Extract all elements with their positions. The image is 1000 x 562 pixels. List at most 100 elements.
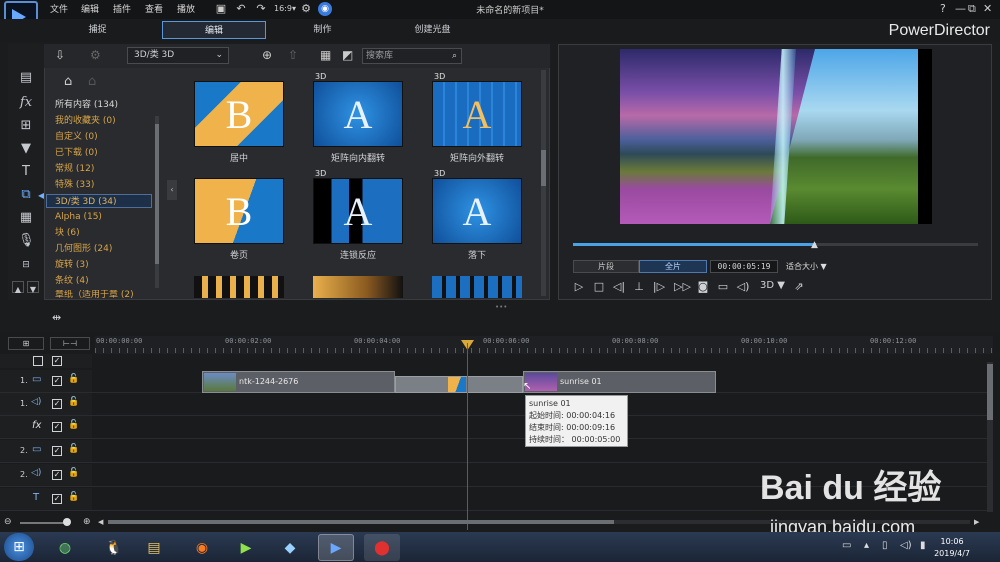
menu-view[interactable]: 查看 [145, 2, 163, 15]
category-item[interactable]: 章纸（适用于章 (2) [52, 290, 152, 300]
transition-marker[interactable] [448, 377, 466, 392]
track-enable-check[interactable]: ✓ [52, 376, 62, 386]
help-button[interactable]: ? [940, 2, 946, 15]
new-item-icon[interactable]: ⊕ [262, 48, 272, 62]
volume-icon[interactable]: ◁) [736, 280, 750, 294]
fx-room-icon[interactable]: fx [18, 95, 34, 111]
title-room-icon[interactable]: T [18, 164, 34, 180]
timeline-mode-icon[interactable]: ⊢⊣ [50, 337, 90, 350]
video-clip-sunrise[interactable]: sunrise 01 [523, 371, 716, 393]
menu-edit[interactable]: 编辑 [81, 2, 99, 15]
thumb-drop[interactable]: 3D A [432, 169, 522, 244]
settings-gear-icon[interactable]: ⚙ [299, 2, 313, 16]
restore-button[interactable]: ⧉ [968, 2, 976, 16]
subtitle-icon[interactable]: ▭ [716, 280, 730, 294]
firefox-icon[interactable]: ◉ [184, 534, 220, 561]
media-app-icon[interactable]: ▶ [228, 534, 264, 561]
clip-mode-button[interactable]: 片段 [573, 260, 639, 273]
category-item[interactable]: 几何图形 (24) [52, 242, 152, 256]
category-item[interactable]: 条纹 (4) [52, 274, 152, 288]
category-dropdown[interactable]: 3D/类 3D ⌄ [127, 47, 229, 64]
all-tracks-toggle[interactable] [33, 356, 43, 366]
redo-icon[interactable]: ↷ [254, 2, 268, 16]
undock-icon[interactable]: ⇗ [792, 280, 806, 294]
lock-icon[interactable]: 🔓 [68, 420, 79, 430]
tab-create-disc[interactable]: 创建光盘 [385, 21, 480, 39]
category-item[interactable]: 特殊 (33) [52, 178, 152, 192]
thumb-partial[interactable]: 3D [313, 276, 403, 298]
device-tray-icon[interactable]: ▯ [882, 540, 888, 551]
video-clip-ntk[interactable]: ntk-1244-2676 [202, 371, 395, 393]
fast-forward-icon[interactable]: ▷▷ [674, 280, 691, 294]
collapse-up-icon[interactable]: ▲ [12, 281, 24, 294]
thumb-matrix-out[interactable]: 3D A [432, 72, 522, 147]
menu-file[interactable]: 文件 [50, 2, 68, 15]
category-item[interactable]: 我的收藏夹 (0) [52, 114, 152, 128]
volume-tray-icon[interactable]: ◁) [900, 540, 912, 551]
media-room-icon[interactable]: ▤ [18, 70, 34, 86]
tray-arrow-icon[interactable]: ▴ [864, 540, 869, 551]
thumb-chain-reaction[interactable]: 3D A [313, 169, 403, 244]
timeline-vscroll-thumb[interactable] [987, 364, 993, 420]
lock-icon[interactable]: 🔓 [68, 374, 79, 384]
save-icon[interactable]: ▣ [214, 2, 228, 16]
track-enable-check[interactable]: ✓ [52, 494, 62, 504]
thumb-matrix-in[interactable]: 3D A [313, 72, 403, 147]
keyboard-tray-icon[interactable]: ▭ [842, 540, 851, 551]
library-scrollbar-thumb[interactable] [541, 150, 546, 186]
next-frame-icon[interactable]: |▷ [652, 280, 666, 294]
undo-icon[interactable]: ↶ [234, 2, 248, 16]
category-item[interactable]: 旋转 (3) [52, 258, 152, 272]
category-item[interactable]: 块 (6) [52, 226, 152, 240]
category-item[interactable]: 常规 (12) [52, 162, 152, 176]
lock-icon[interactable]: 🔓 [68, 444, 79, 454]
add-tag-icon[interactable]: ⌂ [64, 74, 72, 89]
transition-room-icon[interactable]: ⧉ [18, 187, 34, 203]
split-icon[interactable]: ⊥ [632, 280, 646, 294]
timeline-hscroll-thumb[interactable] [108, 520, 614, 524]
powerdirector-task-icon[interactable]: ▶ [318, 534, 354, 561]
thumb-page-curl[interactable]: B [194, 178, 284, 244]
zoom-slider[interactable] [20, 522, 68, 524]
zoom-in-icon[interactable]: ⊕ [83, 517, 91, 527]
category-item[interactable]: 已下载 (0) [52, 146, 152, 160]
3d-mode-dropdown[interactable]: 3D ▼ [760, 280, 785, 291]
chapter-room-icon[interactable]: ⊟ [18, 257, 34, 273]
category-item[interactable]: 所有内容 (134) [52, 98, 152, 112]
lock-icon[interactable]: 🔓 [68, 492, 79, 502]
thumb-partial[interactable] [194, 276, 284, 298]
lock-icon[interactable]: 🔓 [68, 468, 79, 478]
all-tracks-check[interactable]: ✓ [52, 356, 62, 366]
scrub-handle[interactable]: ▲ [811, 240, 818, 250]
track-enable-check[interactable]: ✓ [52, 470, 62, 480]
play-icon[interactable]: ▷ [572, 280, 586, 294]
menu-play[interactable]: 播放 [177, 2, 195, 15]
prev-frame-icon[interactable]: ◁| [612, 280, 626, 294]
collapse-panel-button[interactable]: ‹ [167, 180, 177, 200]
panel-splitter[interactable]: ••• [495, 303, 507, 311]
fit-size-dropdown[interactable]: 适合大小 ▼ [786, 261, 827, 272]
account-icon[interactable]: ◉ [318, 2, 332, 16]
search-input[interactable]: 搜索库 ⌕ [362, 48, 462, 64]
close-button[interactable]: ✕ [983, 2, 992, 15]
voice-over-icon[interactable]: 🎙 [18, 233, 35, 249]
import-icon[interactable]: ⇩ [55, 48, 65, 62]
movie-mode-button[interactable]: 全片 [639, 260, 707, 273]
timecode-display[interactable]: 00:00:05:19 [710, 260, 778, 273]
track-manager-icon[interactable]: ⊞ [8, 337, 44, 350]
start-button-icon[interactable]: ⊞ [4, 533, 34, 561]
stop-icon[interactable]: □ [592, 280, 606, 294]
thumb-partial[interactable]: 3D [432, 276, 522, 298]
tab-produce[interactable]: 制作 [275, 21, 370, 39]
category-item[interactable]: 自定义 (0) [52, 130, 152, 144]
tab-edit[interactable]: 编辑 [162, 21, 266, 39]
particle-room-icon[interactable]: ▼ [18, 141, 34, 157]
system-clock[interactable]: 10:06 2019/4/7 [934, 536, 970, 560]
scroll-left-icon[interactable]: ◀ [98, 518, 103, 526]
track-enable-check[interactable]: ✓ [52, 446, 62, 456]
notes-app-icon[interactable]: ◆ [272, 534, 308, 561]
track-enable-check[interactable]: ✓ [52, 399, 62, 409]
minimize-button[interactable]: — [955, 2, 966, 15]
zoom-slider-knob[interactable] [63, 518, 71, 526]
thumb-size-icon[interactable]: ◩ [342, 48, 353, 62]
